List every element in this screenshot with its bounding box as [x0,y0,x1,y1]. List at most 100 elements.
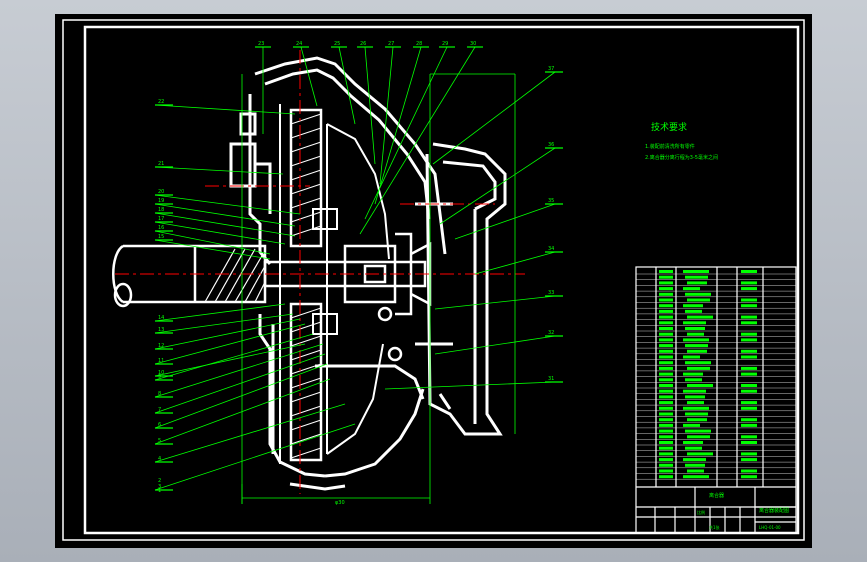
parts-list-name [685,429,711,433]
parts-list-name [687,281,707,285]
parts-list-code [659,275,673,279]
tech-requirements-title: 技术要求 [651,121,687,133]
parts-list-name [683,338,709,342]
parts-list-material [741,304,757,308]
parts-list-material [741,281,757,285]
part-callout-24: 24 [296,41,302,47]
assembly-drawing: φ30 22212019181716151413121110987654321 … [62,19,805,541]
parts-list-code [659,355,673,359]
parts-list-name [687,452,713,456]
parts-list-material [741,458,757,462]
parts-list-code [659,281,673,285]
parts-list-name [683,423,700,427]
part-callout-26: 26 [360,41,366,47]
parts-list-code [659,366,673,370]
parts-list-material [741,315,757,319]
parts-list-material [741,270,757,273]
parts-list-code [659,429,673,433]
parts-list-code [659,412,673,416]
part-callout-28: 28 [416,41,422,47]
part-callout-25: 25 [334,41,340,47]
part-callout-14: 14 [158,315,164,321]
parts-list-code [659,423,673,427]
parts-list-material [741,441,757,444]
part-callout-11: 11 [158,358,164,364]
parts-list-code [659,309,673,313]
parts-list-name [683,458,706,462]
parts-list-code [659,435,673,439]
parts-list-name [683,304,703,308]
parts-list-code [659,384,673,387]
parts-list-name [685,344,708,348]
parts-list-material [741,418,757,422]
parts-list-code [659,401,673,405]
parts-list-code [659,287,673,291]
parts-list-code [659,475,673,479]
tech-requirement-line-1: 1.装配前清洗所有零件 [645,143,695,150]
parts-list-code [659,469,673,473]
parts-list-code [659,378,673,382]
parts-list-name [685,395,705,399]
part-callout-16: 16 [158,225,164,231]
parts-list-code [659,418,673,422]
part-callout-27: 27 [388,41,394,47]
leader-lines-right [384,71,556,390]
parts-list-code [659,327,673,330]
parts-list-code [659,446,673,450]
parts-list-material [741,372,757,376]
parts-list-name [687,469,704,473]
parts-list-code [659,395,673,399]
part-callout-23: 23 [258,41,264,47]
part-callout-12: 12 [158,343,164,349]
part-callout-4: 4 [158,456,161,462]
parts-list-material [741,406,757,410]
parts-list-material [741,321,757,325]
parts-list-name [687,332,704,336]
part-callout-30: 30 [470,41,476,47]
parts-list-name [685,361,711,365]
part-callout-22: 22 [158,99,164,105]
parts-list-code [659,463,673,467]
part-callout-34: 34 [548,246,554,252]
title-block-drawing-number: LHQ-01-00 [759,525,781,530]
part-callout-36: 36 [548,142,554,148]
part-callout-2: 2 [158,478,161,484]
parts-list-name [683,287,700,291]
parts-list-code [659,349,673,353]
parts-list-name [687,401,704,405]
part-callout-37: 37 [548,66,554,72]
parts-list-name [687,384,713,387]
parts-list-rows [636,270,796,480]
part-callout-15: 15 [158,234,164,240]
parts-list-material [741,389,757,393]
dimension-label: φ30 [335,500,345,506]
right-callout-labels: 37 36 35 34 33 32 31 [548,66,554,382]
parts-list-name [687,366,710,370]
part-callout-1: 1 [158,488,161,494]
parts-list-name [683,389,706,393]
parts-list-name [685,309,702,313]
cad-viewport[interactable]: φ30 22 21 20 19 18 17 16 15 14 13 12 11 … [55,14,812,548]
title-block-scale: 比例 [697,509,705,515]
parts-list-name [683,406,709,410]
parts-list-name [683,270,709,273]
parts-list-material [741,338,757,342]
parts-list-code [659,361,673,365]
parts-list-material [741,366,757,370]
release-fork [415,142,507,436]
part-callout-33: 33 [548,290,554,296]
parts-list-code [659,321,673,325]
parts-list-code [659,338,673,342]
parts-list-material [741,452,757,456]
part-callout-17: 17 [158,216,164,222]
parts-list-material [741,401,757,405]
parts-list-name [687,349,707,353]
title-block-material: 离合器 [709,492,724,499]
parts-list-material [741,298,757,302]
parts-list-name [683,372,703,376]
parts-list-name [683,475,709,479]
parts-list-code [659,298,673,302]
parts-list-code [659,304,673,308]
part-callout-20: 20 [158,189,164,195]
parts-list-code [659,315,673,319]
